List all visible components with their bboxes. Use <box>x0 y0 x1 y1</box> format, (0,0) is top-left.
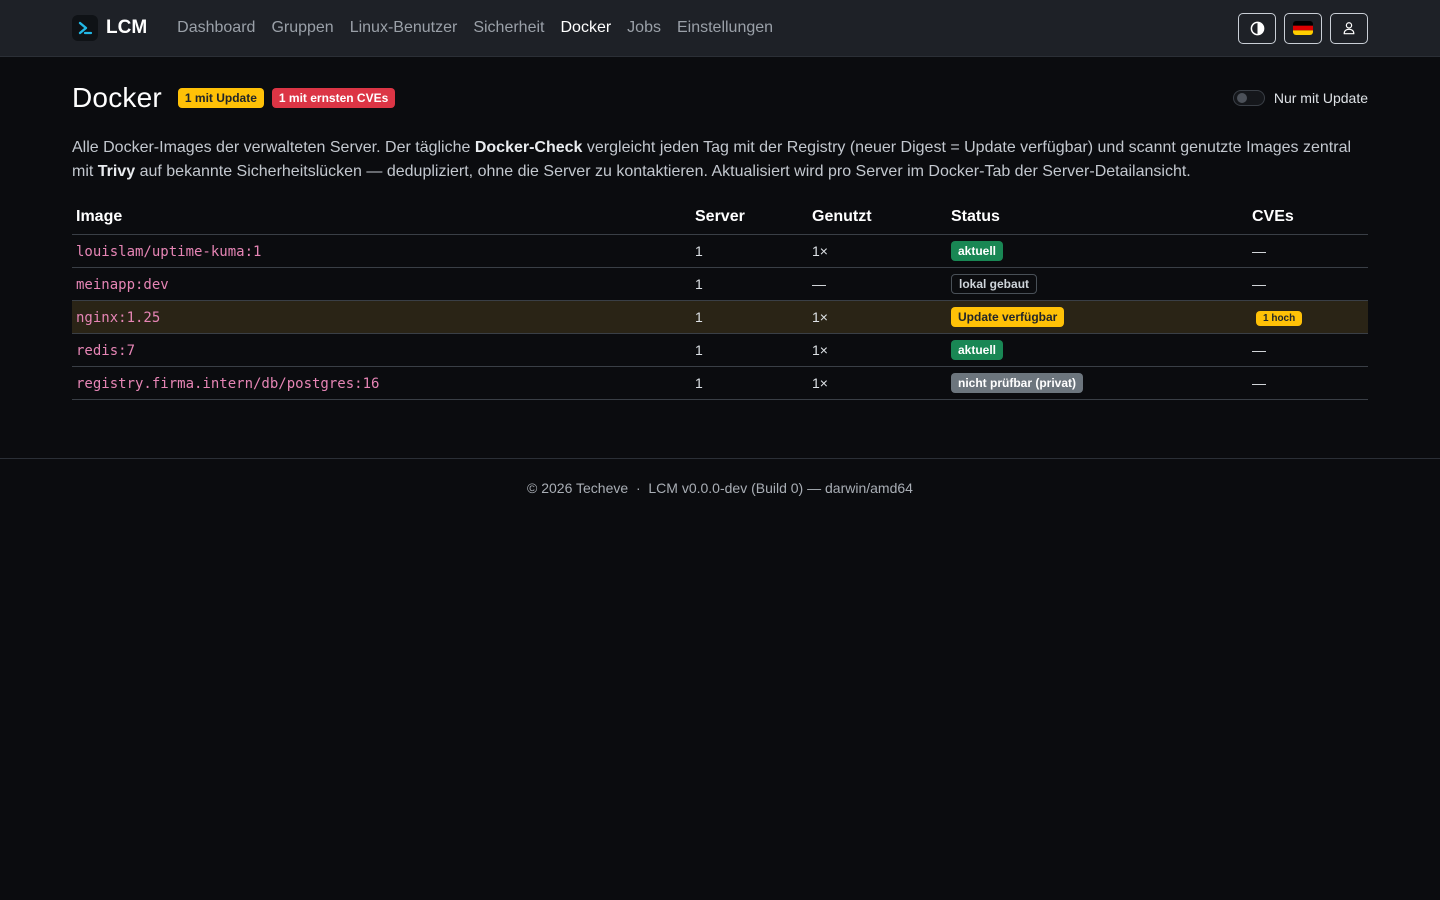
cve-count-badge: 1 mit ernsten CVEs <box>271 88 396 108</box>
nav-link-docker[interactable]: Docker <box>552 19 619 37</box>
column-header-genutzt: Genutzt <box>808 200 947 235</box>
brand-name: LCM <box>106 17 148 38</box>
switch-knob <box>1236 93 1247 103</box>
server-count: 1 <box>691 267 808 301</box>
nav-link-einstellungen[interactable]: Einstellungen <box>669 19 781 37</box>
server-count: 1 <box>691 234 808 268</box>
image-name-link[interactable]: nginx:1.25 <box>76 310 160 326</box>
nav-actions <box>1238 12 1368 44</box>
cves-value: — <box>1252 243 1266 259</box>
image-cell: redis:7 <box>72 333 691 367</box>
title-row: Docker 1 mit Update 1 mit ernsten CVEs N… <box>72 81 1368 115</box>
cves-value: — <box>1252 342 1266 358</box>
cves-value: — <box>1252 375 1266 391</box>
nav-link-sicherheit[interactable]: Sicherheit <box>465 19 552 37</box>
table-row: redis:7 1 1× aktuell — <box>72 333 1368 367</box>
contrast-icon <box>1250 21 1264 35</box>
description-text-3: auf bekannte Sicherheitslücken — dedupli… <box>135 163 1191 180</box>
cves-value: — <box>1252 276 1266 292</box>
nav-link-linux-benutzer[interactable]: Linux-Benutzer <box>342 19 466 37</box>
update-count-badge: 1 mit Update <box>177 88 264 108</box>
table-header-row: Image Server Genutzt Status CVEs <box>72 200 1368 235</box>
usage-count: 1× <box>808 300 947 334</box>
terminal-logo-icon <box>72 15 98 41</box>
image-cell: registry.firma.intern/db/postgres:16 <box>72 366 691 400</box>
nav-links: Dashboard Gruppen Linux-Benutzer Sicherh… <box>169 19 781 37</box>
nav-link-jobs[interactable]: Jobs <box>619 19 669 37</box>
image-cell: nginx:1.25 <box>72 300 691 334</box>
column-header-server: Server <box>691 200 808 235</box>
nav-link-gruppen[interactable]: Gruppen <box>263 19 341 37</box>
table-row: louislam/uptime-kuma:1 1 1× aktuell — <box>72 234 1368 268</box>
cves-cell: — <box>1248 333 1368 367</box>
page-footer: © 2026 Techeve · LCM v0.0.0-dev (Build 0… <box>0 458 1440 496</box>
cves-cell: — <box>1248 234 1368 268</box>
docker-images-table: Image Server Genutzt Status CVEs louisla… <box>72 200 1368 400</box>
status-cell: lokal gebaut <box>947 267 1248 301</box>
cves-cell: 1 hoch <box>1248 300 1368 334</box>
table-row: registry.firma.intern/db/postgres:16 1 1… <box>72 366 1368 400</box>
status-cell: Update verfügbar <box>947 300 1248 334</box>
cve-severity-badge[interactable]: 1 hoch <box>1256 311 1303 326</box>
status-badge: aktuell <box>951 241 1004 261</box>
only-updates-switch[interactable] <box>1232 90 1265 106</box>
footer-text: © 2026 Techeve · LCM v0.0.0-dev (Build 0… <box>527 480 913 496</box>
image-cell: meinapp:dev <box>72 267 691 301</box>
description-bold-docker-check: Docker-Check <box>474 139 583 156</box>
image-name-link[interactable]: registry.firma.intern/db/postgres:16 <box>76 376 379 392</box>
column-header-cves: CVEs <box>1248 200 1368 235</box>
table-row: meinapp:dev 1 — lokal gebaut — <box>72 267 1368 301</box>
image-name-link[interactable]: louislam/uptime-kuma:1 <box>76 244 261 260</box>
description-bold-trivy: Trivy <box>97 163 136 180</box>
user-menu-button[interactable] <box>1330 12 1368 44</box>
server-count: 1 <box>691 333 808 367</box>
only-updates-label: Nur mit Update <box>1273 90 1368 106</box>
server-count: 1 <box>691 366 808 400</box>
main-content: Docker 1 mit Update 1 mit ernsten CVEs N… <box>0 57 1440 400</box>
status-cell: aktuell <box>947 234 1248 268</box>
brand[interactable]: LCM <box>72 15 147 41</box>
nav-link-dashboard[interactable]: Dashboard <box>169 19 263 37</box>
only-updates-filter[interactable]: Nur mit Update <box>1232 90 1368 106</box>
usage-count: 1× <box>808 333 947 367</box>
cves-cell: — <box>1248 366 1368 400</box>
theme-toggle-button[interactable] <box>1238 12 1276 44</box>
cves-cell: — <box>1248 267 1368 301</box>
image-name-link[interactable]: meinapp:dev <box>76 277 169 293</box>
top-navbar: LCM Dashboard Gruppen Linux-Benutzer Sic… <box>0 0 1440 57</box>
server-count: 1 <box>691 300 808 334</box>
status-badge: nicht prüfbar (privat) <box>951 373 1084 393</box>
status-cell: aktuell <box>947 333 1248 367</box>
image-name-link[interactable]: redis:7 <box>76 343 135 359</box>
status-badge: lokal gebaut <box>951 274 1038 294</box>
image-cell: louislam/uptime-kuma:1 <box>72 234 691 268</box>
table-row: nginx:1.25 1 1× Update verfügbar 1 hoch <box>72 300 1368 334</box>
column-header-image: Image <box>72 200 691 235</box>
description-text-1: Alle Docker-Images der verwalteten Serve… <box>72 139 475 156</box>
status-badge: aktuell <box>951 340 1004 360</box>
language-button[interactable] <box>1284 12 1322 44</box>
status-cell: nicht prüfbar (privat) <box>947 366 1248 400</box>
usage-count: — <box>808 267 947 301</box>
usage-count: 1× <box>808 366 947 400</box>
german-flag-icon <box>1293 21 1313 35</box>
user-icon <box>1343 22 1355 35</box>
usage-count: 1× <box>808 234 947 268</box>
status-badge: Update verfügbar <box>951 307 1065 327</box>
page-description: Alle Docker-Images der verwalteten Serve… <box>72 136 1368 184</box>
column-header-status: Status <box>947 200 1248 235</box>
page-title: Docker <box>72 82 162 113</box>
